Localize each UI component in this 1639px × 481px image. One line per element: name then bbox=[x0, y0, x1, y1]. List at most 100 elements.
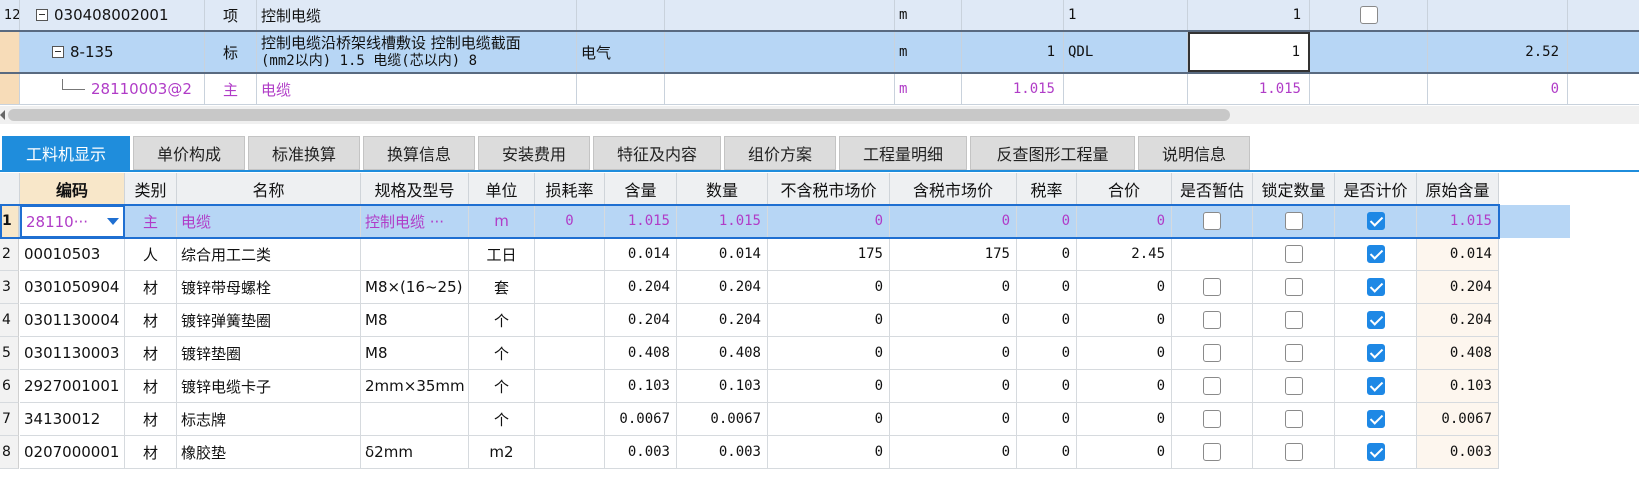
cell-priced[interactable] bbox=[1335, 238, 1417, 271]
cell-name[interactable]: 镀锌弹簧垫圈 bbox=[177, 304, 361, 337]
cell-content[interactable]: 0.204 bbox=[605, 271, 677, 304]
cell-loss[interactable] bbox=[535, 271, 605, 304]
cell-tax[interactable]: 0 bbox=[1017, 205, 1077, 238]
tab-reverse-lookup[interactable]: 反查图形工程量 bbox=[970, 136, 1135, 170]
cell-unit[interactable]: 套 bbox=[469, 271, 535, 304]
cell-cat[interactable]: 材 bbox=[125, 337, 177, 370]
cell-spec[interactable] bbox=[361, 403, 469, 436]
horizontal-scrollbar[interactable] bbox=[0, 106, 1639, 124]
checkbox[interactable] bbox=[1284, 212, 1303, 230]
cell-content[interactable]: 0.003 bbox=[605, 436, 677, 469]
cell-content[interactable]: 0.0067 bbox=[605, 403, 677, 436]
cell-tax[interactable]: 0 bbox=[1017, 403, 1077, 436]
table-row[interactable]: 4 0301130004 材 镀锌弹簧垫圈 M8 个 0.204 0.204 0 0 0 0 0.204 bbox=[0, 304, 1570, 337]
cell-tax[interactable]: 0 bbox=[1017, 238, 1077, 271]
tab-install-fee[interactable]: 安装费用 bbox=[478, 136, 590, 170]
collapse-icon[interactable] bbox=[52, 46, 64, 58]
cell-qty[interactable]: 0.204 bbox=[677, 271, 768, 304]
col-header-code[interactable]: 编码 bbox=[20, 173, 125, 205]
col-header-price-in[interactable]: 含税市场价 bbox=[890, 173, 1017, 205]
checkbox[interactable] bbox=[1284, 443, 1303, 461]
cell-unit[interactable]: 个 bbox=[469, 403, 535, 436]
cell-tax[interactable]: 0 bbox=[1017, 337, 1077, 370]
tree-row-quota[interactable]: 8-135 标 控制电缆沿桥架线槽敷设 控制电缆截面 (mm2以内) 1.5 电… bbox=[0, 30, 1639, 74]
col-header-tax[interactable]: 税率 bbox=[1017, 173, 1077, 205]
cell-orig[interactable]: 0.003 bbox=[1417, 436, 1499, 469]
col-header-priced[interactable]: 是否计价 bbox=[1335, 173, 1417, 205]
cell-name[interactable]: 镀锌垫圈 bbox=[177, 337, 361, 370]
cell-loss[interactable] bbox=[535, 304, 605, 337]
cell-content[interactable]: 1.015 bbox=[605, 205, 677, 238]
cell-tax[interactable]: 0 bbox=[1017, 370, 1077, 403]
col-header-total[interactable]: 合价 bbox=[1077, 173, 1172, 205]
checkbox[interactable] bbox=[1284, 278, 1303, 296]
cell-priced[interactable] bbox=[1335, 436, 1417, 469]
cell-est[interactable] bbox=[1172, 436, 1253, 469]
scrollbar-thumb[interactable] bbox=[8, 109, 1230, 121]
cell-spec[interactable]: M8×(16~25) bbox=[361, 271, 469, 304]
cell-price-ex[interactable]: 0 bbox=[768, 337, 890, 370]
cell-code[interactable]: 2927001001 bbox=[20, 370, 125, 403]
cell-loss[interactable]: 0 bbox=[535, 205, 605, 238]
cell-total[interactable]: 0 bbox=[1077, 403, 1172, 436]
cell-price-in[interactable]: 0 bbox=[890, 205, 1017, 238]
col-header-estimate[interactable]: 是否暂估 bbox=[1172, 173, 1253, 205]
cell-orig[interactable]: 0.408 bbox=[1417, 337, 1499, 370]
col-header-name[interactable]: 名称 bbox=[177, 173, 361, 205]
checkbox-checked[interactable] bbox=[1366, 377, 1385, 395]
cell-spec[interactable]: M8 bbox=[361, 304, 469, 337]
cell-lock[interactable] bbox=[1253, 436, 1335, 469]
cell-name[interactable]: 标志牌 bbox=[177, 403, 361, 436]
cell-qty[interactable]: 1.015 bbox=[677, 205, 768, 238]
cell-code[interactable]: 28110··· bbox=[20, 205, 125, 238]
cell-qty[interactable]: 0.0067 bbox=[677, 403, 768, 436]
cell-lock[interactable] bbox=[1253, 238, 1335, 271]
cell-priced[interactable] bbox=[1335, 403, 1417, 436]
cell-lock[interactable] bbox=[1253, 271, 1335, 304]
col-header-lock[interactable]: 锁定数量 bbox=[1253, 173, 1335, 205]
chevron-down-icon[interactable] bbox=[107, 218, 119, 225]
cell-loss[interactable] bbox=[535, 436, 605, 469]
col-header-loss[interactable]: 损耗率 bbox=[535, 173, 605, 205]
checkbox-checked[interactable] bbox=[1366, 410, 1385, 428]
checkbox[interactable] bbox=[1284, 344, 1303, 362]
table-row[interactable]: 1 28110··· 主 电缆 控制电缆 ··· m 0 1.015 1.015 0 0 0 0 1.01… bbox=[0, 205, 1570, 238]
cell-est[interactable] bbox=[1172, 370, 1253, 403]
cell-price-in[interactable]: 0 bbox=[890, 337, 1017, 370]
cell-total[interactable]: 0 bbox=[1077, 436, 1172, 469]
tree-row-material[interactable]: 28110003@2 主 电缆 m 1.015 1.015 0 bbox=[0, 74, 1639, 105]
cell-loss[interactable] bbox=[535, 337, 605, 370]
cell-est[interactable] bbox=[1172, 337, 1253, 370]
cell-code[interactable]: 0301130003 bbox=[20, 337, 125, 370]
cell-loss[interactable] bbox=[535, 403, 605, 436]
cell-code[interactable]: 00010503 bbox=[20, 238, 125, 271]
cell-lock[interactable] bbox=[1253, 403, 1335, 436]
cell-price-ex[interactable]: 0 bbox=[768, 436, 890, 469]
checkbox[interactable] bbox=[1284, 311, 1303, 329]
table-row[interactable]: 5 0301130003 材 镀锌垫圈 M8 个 0.408 0.408 0 0 0 0 0.408 bbox=[0, 337, 1570, 370]
cell-name[interactable]: 电缆 bbox=[177, 205, 361, 238]
cell-orig[interactable]: 0.014 bbox=[1417, 238, 1499, 271]
col-header-unit[interactable]: 单位 bbox=[469, 173, 535, 205]
cell-spec[interactable]: M8 bbox=[361, 337, 469, 370]
col-header-spec[interactable]: 规格及型号 bbox=[361, 173, 469, 205]
cell-spec[interactable]: δ2mm bbox=[361, 436, 469, 469]
cell-name[interactable]: 橡胶垫 bbox=[177, 436, 361, 469]
cell-spec[interactable]: 控制电缆 ··· bbox=[361, 205, 469, 238]
cell-priced[interactable] bbox=[1335, 205, 1417, 238]
cell-qty[interactable]: 0.103 bbox=[677, 370, 768, 403]
cell-price-in[interactable]: 0 bbox=[890, 403, 1017, 436]
cell-lock[interactable] bbox=[1253, 370, 1335, 403]
cell-loss[interactable] bbox=[535, 370, 605, 403]
checkbox-checked[interactable] bbox=[1366, 212, 1385, 230]
collapse-icon[interactable] bbox=[36, 9, 48, 21]
scroll-left-arrow[interactable] bbox=[0, 110, 5, 120]
cell-code[interactable]: 34130012 bbox=[20, 403, 125, 436]
checkbox[interactable] bbox=[1284, 245, 1303, 263]
cell-content[interactable]: 0.408 bbox=[605, 337, 677, 370]
cell-code[interactable]: 0301130004 bbox=[20, 304, 125, 337]
cell-qty[interactable]: 0.408 bbox=[677, 337, 768, 370]
cell-est[interactable] bbox=[1172, 271, 1253, 304]
checkbox-checked[interactable] bbox=[1366, 278, 1385, 296]
table-row[interactable]: 8 0207000001 材 橡胶垫 δ2mm m2 0.003 0.003 0 0 0 0 0.003 bbox=[0, 436, 1570, 469]
